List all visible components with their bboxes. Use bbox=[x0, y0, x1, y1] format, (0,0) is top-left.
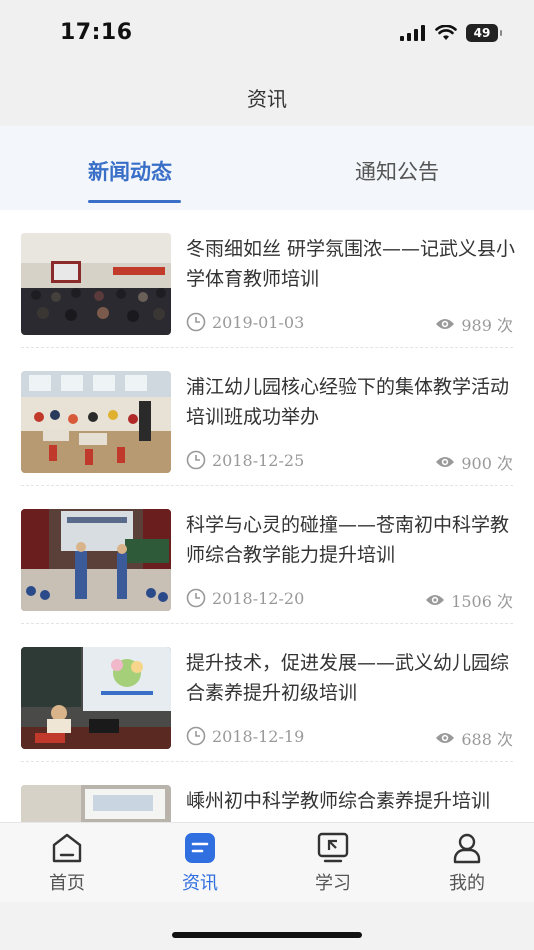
status-icons: 49 bbox=[400, 24, 502, 42]
news-views-text: 900 次 bbox=[461, 454, 513, 473]
tabbar-profile-label: 我的 bbox=[449, 873, 485, 894]
tab-active-indicator bbox=[88, 200, 181, 203]
news-thumbnail bbox=[21, 785, 171, 822]
eye-icon bbox=[436, 319, 455, 329]
clock-icon bbox=[186, 588, 206, 608]
news-thumbnail bbox=[21, 233, 171, 335]
tabbar-profile[interactable]: 我的 bbox=[417, 831, 517, 895]
news-views-text: 1506 次 bbox=[451, 592, 513, 611]
tabbar-news-label: 资讯 bbox=[182, 873, 218, 894]
news-title[interactable]: 嵊州初中科学教师综合素养提升培训 bbox=[186, 786, 516, 816]
news-title[interactable]: 提升技术，促进发展——武义幼儿园综合素养提升初级培训 bbox=[186, 648, 516, 708]
news-title[interactable]: 冬雨细如丝 研学氛围浓——记武义县小学体育教师培训 bbox=[186, 234, 516, 294]
news-date: 2019-01-03 bbox=[186, 312, 304, 332]
tabbar-home-label: 首页 bbox=[49, 873, 85, 894]
news-title[interactable]: 科学与心灵的碰撞——苍南初中科学教师综合教学能力提升培训 bbox=[186, 510, 516, 570]
clock-icon bbox=[186, 450, 206, 470]
eye-icon bbox=[436, 457, 455, 467]
news-date: 2018-12-25 bbox=[186, 450, 304, 470]
news-icon bbox=[185, 833, 215, 863]
profile-icon bbox=[453, 833, 481, 864]
clock-icon bbox=[186, 726, 206, 746]
status-bar: 17:16 49 bbox=[0, 0, 534, 68]
news-item[interactable]: 提升技术，促进发展——武义幼儿园综合素养提升初级培训 2018-12-19 68… bbox=[0, 624, 534, 762]
news-views: 900 次 bbox=[435, 450, 513, 474]
bottom-tab-bar: 首页 资讯 学习 我的 bbox=[0, 822, 534, 902]
eye-icon bbox=[426, 595, 445, 605]
news-date: 2018-12-19 bbox=[186, 726, 304, 746]
news-list[interactable]: 冬雨细如丝 研学氛围浓——记武义县小学体育教师培训 2019-01-03 989… bbox=[0, 210, 534, 822]
home-icon bbox=[52, 833, 82, 863]
news-date-text: 2019-01-03 bbox=[212, 312, 305, 332]
tabbar-study-label: 学习 bbox=[315, 873, 351, 894]
news-date-text: 2018-12-20 bbox=[212, 588, 305, 608]
news-item[interactable]: 冬雨细如丝 研学氛围浓——记武义县小学体育教师培训 2019-01-03 989… bbox=[0, 210, 534, 348]
news-item[interactable]: 浦江幼儿园核心经验下的集体教学活动培训班成功举办 2018-12-25 900 … bbox=[0, 348, 534, 486]
news-views-text: 989 次 bbox=[461, 316, 513, 335]
news-date-text: 2018-12-19 bbox=[212, 726, 305, 746]
tabbar-home[interactable]: 首页 bbox=[17, 831, 117, 895]
tab-notices[interactable]: 通知公告 bbox=[355, 156, 439, 186]
study-icon bbox=[317, 832, 349, 863]
news-thumbnail bbox=[21, 647, 171, 749]
eye-icon bbox=[436, 733, 455, 743]
battery-icon: 49 bbox=[466, 24, 502, 42]
news-views-text: 688 次 bbox=[461, 730, 513, 749]
wifi-icon bbox=[435, 25, 457, 40]
news-views: 989 次 bbox=[435, 312, 513, 336]
news-views: 688 次 bbox=[435, 726, 513, 750]
tabbar-study[interactable]: 学习 bbox=[283, 831, 383, 895]
news-views: 1506 次 bbox=[425, 588, 513, 612]
home-indicator[interactable] bbox=[172, 932, 362, 938]
segment-tabs: 新闻动态 通知公告 bbox=[0, 126, 534, 210]
news-thumbnail bbox=[21, 509, 171, 611]
news-title[interactable]: 浦江幼儿园核心经验下的集体教学活动培训班成功举办 bbox=[186, 372, 516, 432]
news-thumbnail bbox=[21, 371, 171, 473]
news-date: 2018-12-20 bbox=[186, 588, 304, 608]
news-item[interactable]: 嵊州初中科学教师综合素养提升培训 bbox=[0, 762, 534, 822]
tabbar-news[interactable]: 资讯 bbox=[150, 831, 250, 895]
page-title: 资讯 bbox=[247, 86, 287, 111]
nav-bar: 资讯 bbox=[0, 68, 534, 126]
news-item[interactable]: 科学与心灵的碰撞——苍南初中科学教师综合教学能力提升培训 2018-12-20 … bbox=[0, 486, 534, 624]
signal-icon bbox=[400, 25, 425, 41]
status-time: 17:16 bbox=[60, 20, 133, 45]
tab-news-updates[interactable]: 新闻动态 bbox=[88, 156, 172, 186]
home-indicator-area bbox=[0, 902, 534, 950]
news-date-text: 2018-12-25 bbox=[212, 450, 305, 470]
clock-icon bbox=[186, 312, 206, 332]
